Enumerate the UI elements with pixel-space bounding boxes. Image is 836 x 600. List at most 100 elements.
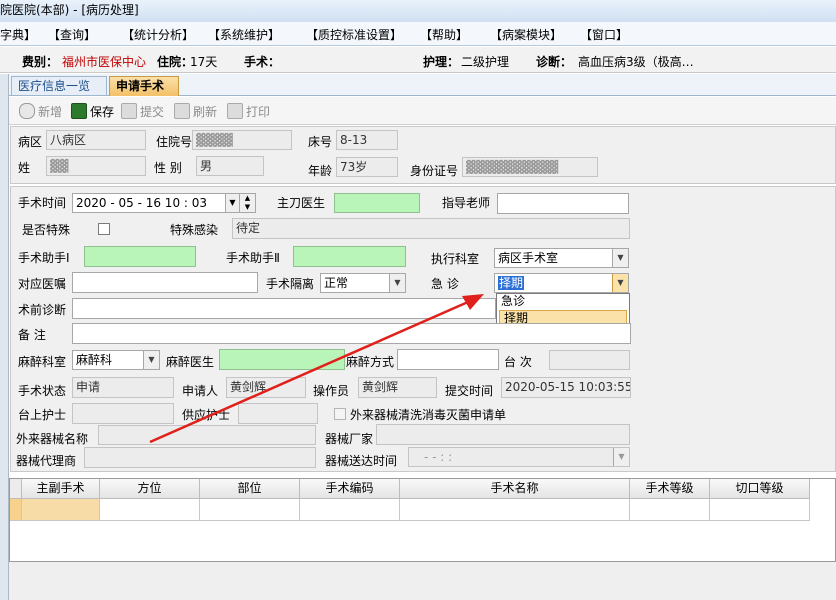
inpatient-no-label: 住院号 <box>156 135 193 149</box>
urgent-label: 急 诊 <box>431 277 459 291</box>
grid-cell-code[interactable] <box>300 499 400 521</box>
grid-cell-primary[interactable] <box>22 499 100 521</box>
menu-help[interactable]: 【帮助】 <box>420 26 468 43</box>
assistant2-label: 手术助手Ⅱ <box>226 251 280 265</box>
external-clean-checkbox[interactable] <box>334 408 346 420</box>
isolation-label: 手术隔离 <box>266 277 315 291</box>
operator-field: 黄剑辉 <box>358 377 437 398</box>
delivery-field: - - : : ▼ <box>408 447 630 467</box>
anes-method-field[interactable] <box>397 349 499 370</box>
maker-field <box>376 424 630 445</box>
anes-doctor-field[interactable] <box>219 349 345 370</box>
diagnosis-value: 高血压病3级（极高… <box>578 55 694 69</box>
id-card-label: 身份证号 <box>410 164 459 178</box>
chevron-down-icon[interactable]: ▼ <box>613 448 629 466</box>
date-picker-icon[interactable]: ▼ <box>225 194 239 212</box>
surgeon-field[interactable] <box>334 193 420 213</box>
scrub-nurse-label: 台上护士 <box>18 408 67 422</box>
tab-bar: 医疗信息一览表 申请手术 <box>9 74 836 111</box>
bed-label: 床号 <box>308 135 333 149</box>
scrub-nurse-field <box>72 403 174 424</box>
menu-window[interactable]: 【窗口】 <box>580 26 628 43</box>
add-icon <box>19 103 35 119</box>
submit-button-label: 提交 <box>140 105 165 119</box>
table-order-field <box>549 350 630 370</box>
grid-header-grade[interactable]: 手术等级 <box>630 479 710 499</box>
menu-qc-standards[interactable]: 【质控标准设置】 <box>306 26 402 43</box>
tab-medical-overview[interactable]: 医疗信息一览表 <box>11 76 107 111</box>
submit-button[interactable]: 提交 <box>121 103 164 120</box>
menu-system[interactable]: 【系统维护】 <box>208 26 280 43</box>
grid-cell-name[interactable] <box>400 499 630 521</box>
inpatient-no-field: ▓▓▓▓ <box>192 130 292 150</box>
menu-records[interactable]: 【病案模块】 <box>490 26 562 43</box>
submit-icon <box>121 103 137 119</box>
name-field: ▓▓ <box>46 156 146 176</box>
left-side-strip[interactable] <box>0 74 9 600</box>
chevron-down-icon[interactable]: ▼ <box>612 274 628 292</box>
surgeon-label: 主刀医生 <box>277 196 326 210</box>
preop-diagnosis-field[interactable] <box>72 298 496 319</box>
chevron-down-icon[interactable]: ▼ <box>612 249 628 267</box>
teacher-field[interactable] <box>497 193 629 214</box>
tab-surgery-request[interactable]: 申请手术 <box>109 76 179 96</box>
new-button-label: 新增 <box>38 105 63 119</box>
new-button[interactable]: 新增 <box>19 103 62 120</box>
grid-header-direction[interactable]: 方位 <box>100 479 200 499</box>
time-spinner-icon[interactable]: ▲ ▼ <box>239 194 255 212</box>
exec-dept-select[interactable]: 病区手术室 ▼ <box>494 248 629 268</box>
order-field[interactable] <box>72 272 258 293</box>
grid-cell-site[interactable] <box>200 499 300 521</box>
refresh-icon <box>174 103 190 119</box>
assistant1-field[interactable] <box>84 246 196 267</box>
grid-header-primary[interactable]: 主副手术 <box>22 479 100 499</box>
nursing-value: 二级护理 <box>461 55 510 69</box>
note-field[interactable] <box>72 323 631 344</box>
grid-row-indicator[interactable] <box>10 499 22 521</box>
anes-dept-label: 麻醉科室 <box>18 355 67 369</box>
anes-doctor-label: 麻醉医生 <box>166 355 215 369</box>
isolation-select[interactable]: 正常 ▼ <box>320 273 406 293</box>
grid-header-incision[interactable]: 切口等级 <box>710 479 810 499</box>
exec-dept-label: 执行科室 <box>431 252 480 266</box>
print-button[interactable]: 打印 <box>227 103 270 120</box>
menu-query[interactable]: 【查询】 <box>48 26 96 43</box>
refresh-button[interactable]: 刷新 <box>174 103 217 120</box>
assistant2-field[interactable] <box>293 246 406 267</box>
chevron-down-icon[interactable]: ▼ <box>143 351 159 369</box>
age-field: 73岁 <box>336 157 398 177</box>
menu-statistics[interactable]: 【统计分析】 <box>122 26 194 43</box>
ext-name-label: 外来器械名称 <box>16 432 89 446</box>
menu-dictionary[interactable]: 字典】 <box>0 26 36 43</box>
grid-cell-incision[interactable] <box>710 499 810 521</box>
toolbar: 新增 保存 提交 刷新 打印 <box>9 97 836 125</box>
name-label: 姓 <box>18 161 31 175</box>
ward-field: 八病区 <box>46 130 146 150</box>
stay-label: 住院： <box>157 55 194 69</box>
teacher-label: 指导老师 <box>442 196 491 210</box>
grid-header-code[interactable]: 手术编码 <box>300 479 400 499</box>
preop-diagnosis-label: 术前诊断 <box>18 303 67 317</box>
save-button-label: 保存 <box>90 105 115 119</box>
agent-field <box>84 447 316 468</box>
operator-label: 操作员 <box>313 384 350 398</box>
delivery-label: 器械送达时间 <box>325 454 398 468</box>
maker-label: 器械厂家 <box>325 432 374 446</box>
grid-header-site[interactable]: 部位 <box>200 479 300 499</box>
table-order-label: 台 次 <box>504 355 532 369</box>
urgent-select[interactable]: 择期 ▼ <box>494 273 629 293</box>
external-clean-label: 外来器械清洗消毒灭菌申请单 <box>350 408 507 422</box>
dropdown-option-emergency[interactable]: 急诊 <box>497 294 629 310</box>
submit-time-label: 提交时间 <box>445 384 494 398</box>
grid-header-name[interactable]: 手术名称 <box>400 479 630 499</box>
special-checkbox[interactable] <box>98 223 110 235</box>
save-button[interactable]: 保存 <box>71 103 114 120</box>
sex-label: 性 别 <box>154 161 182 175</box>
anes-dept-select[interactable]: 麻醉科 ▼ <box>72 350 160 370</box>
agent-label: 器械代理商 <box>16 454 77 468</box>
patient-info-bar: 费别： 福州市医保中心 住院： 17天 手术： 护理： 二级护理 诊断： 高血压… <box>0 47 836 73</box>
grid-cell-direction[interactable] <box>100 499 200 521</box>
surgery-time-field[interactable]: 2020 - 05 - 16 10 : 03 ▼ ▲ ▼ <box>72 193 256 213</box>
chevron-down-icon[interactable]: ▼ <box>389 274 405 292</box>
grid-cell-grade[interactable] <box>630 499 710 521</box>
